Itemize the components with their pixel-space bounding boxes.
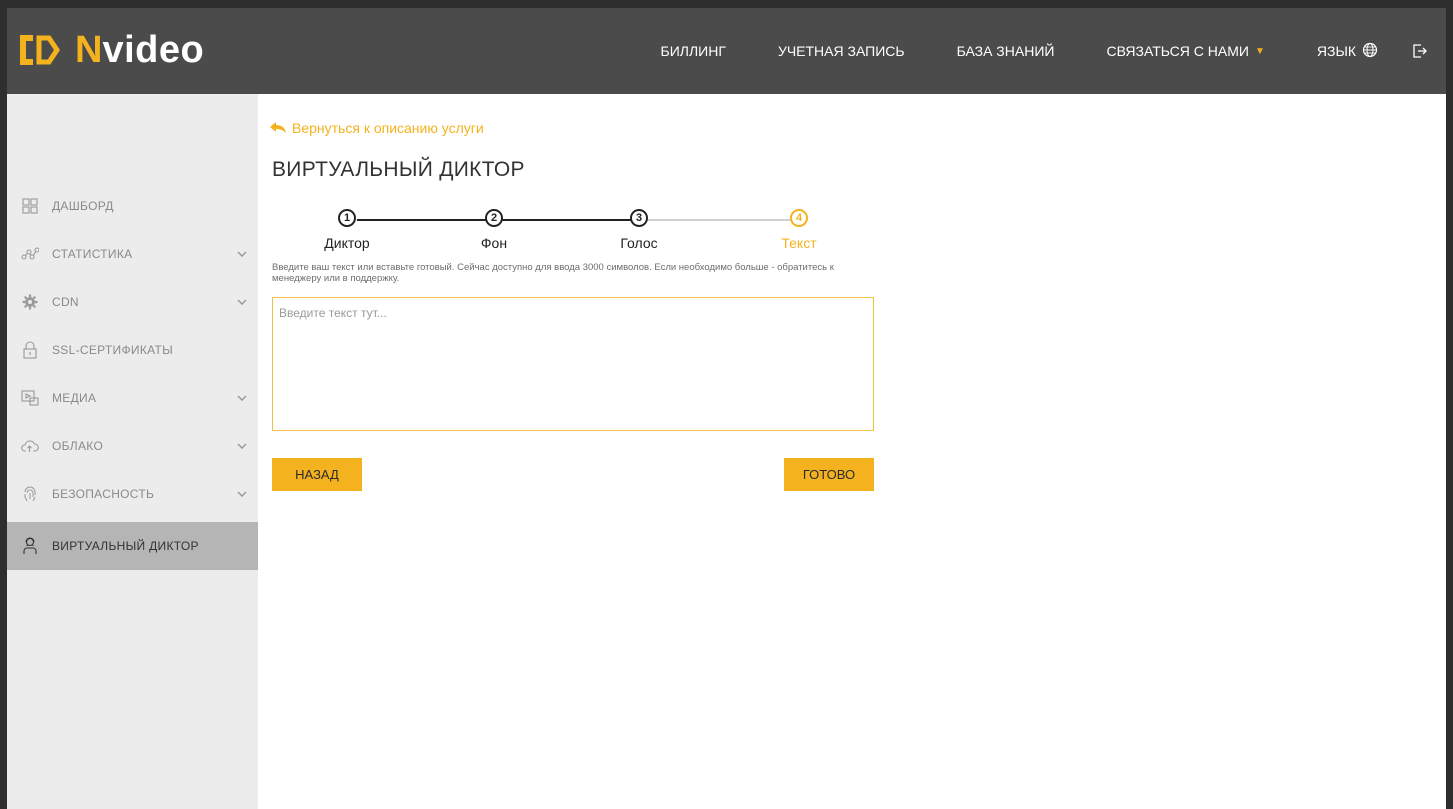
step-circle-1[interactable]: 1 xyxy=(338,209,356,227)
sidebar-item-media[interactable]: МЕДИА xyxy=(7,374,258,422)
sidebar-item-cloud[interactable]: ОБЛАКО xyxy=(7,422,258,470)
nav-account[interactable]: УЧЕТНАЯ ЗАПИСЬ xyxy=(778,43,905,59)
stepper: 1 2 3 4 Диктор Фон Голос Текст xyxy=(272,207,872,257)
sidebar-item-cdn[interactable]: CDN xyxy=(7,278,258,326)
logo-text: video xyxy=(102,29,205,71)
dashboard-icon xyxy=(21,197,39,215)
step-connector-2 xyxy=(502,219,643,221)
page-title: ВИРТУАЛЬНЫЙ ДИКТОР xyxy=(272,158,525,181)
lock-icon xyxy=(21,341,39,359)
sidebar-item-label: ВИРТУАЛЬНЫЙ ДИКТОР xyxy=(52,539,199,553)
announcer-text-input[interactable] xyxy=(272,297,874,431)
nav-contact-us[interactable]: СВЯЗАТЬСЯ С НАМИ ▼ xyxy=(1106,43,1264,59)
chevron-down-icon[interactable] xyxy=(236,296,248,308)
step-circle-4[interactable]: 4 xyxy=(790,209,808,227)
sidebar-item-label: SSL-СЕРТИФИКАТЫ xyxy=(52,343,174,357)
back-arrow-icon xyxy=(270,122,286,134)
cdnvideo-logo[interactable]: N video xyxy=(19,30,204,70)
nav-language-label: ЯЗЫК xyxy=(1316,43,1356,59)
sidebar-item-security[interactable]: БЕЗОПАСНОСТЬ xyxy=(7,470,258,518)
nav-billing[interactable]: БИЛЛИНГ xyxy=(661,43,726,59)
done-button[interactable]: ГОТОВО xyxy=(784,458,874,491)
app-window: N video БИЛЛИНГ УЧЕТНАЯ ЗАПИСЬ БАЗА ЗНАН… xyxy=(7,8,1446,809)
top-nav: БИЛЛИНГ УЧЕТНАЯ ЗАПИСЬ БАЗА ЗНАНИЙ СВЯЗА… xyxy=(609,8,1428,94)
statistics-icon xyxy=(21,245,39,263)
nav-account-label: УЧЕТНАЯ ЗАПИСЬ xyxy=(777,43,905,59)
step-connector-3 xyxy=(647,219,790,221)
nav-knowledge-base-label: БАЗА ЗНАНИЙ xyxy=(956,43,1055,59)
gear-icon xyxy=(21,293,39,311)
main-content: Вернуться к описанию услуги ВИРТУАЛЬНЫЙ … xyxy=(258,94,1446,809)
step-label-2: Фон xyxy=(480,235,508,251)
sidebar-item-ssl[interactable]: SSL-СЕРТИФИКАТЫ xyxy=(7,326,258,374)
step-label-4: Текст xyxy=(781,235,817,251)
speaker-person-icon xyxy=(21,537,39,555)
sidebar: ДАШБОРД СТАТИСТИКА CDN SSL-СЕРТИФИКАТЫ М… xyxy=(7,94,258,809)
sidebar-item-label: СТАТИСТИКА xyxy=(52,247,133,261)
step-circle-2[interactable]: 2 xyxy=(485,209,503,227)
globe-icon xyxy=(1362,42,1378,61)
fingerprint-icon xyxy=(21,485,39,503)
sidebar-item-label: ОБЛАКО xyxy=(52,439,104,453)
back-button[interactable]: НАЗАД xyxy=(272,458,362,491)
step-label-3: Голос xyxy=(620,235,658,251)
sidebar-item-statistics[interactable]: СТАТИСТИКА xyxy=(7,230,258,278)
step-connector-1 xyxy=(357,219,498,221)
nav-contact-us-label: СВЯЗАТЬСЯ С НАМИ xyxy=(1106,43,1249,59)
sidebar-item-virtual-announcer[interactable]: ВИРТУАЛЬНЫЙ ДИКТОР xyxy=(7,522,258,570)
chevron-down-icon[interactable] xyxy=(236,440,248,452)
cloud-icon xyxy=(21,437,39,455)
back-link-label: Вернуться к описанию услуги xyxy=(292,120,484,136)
input-hint: Введите ваш текст или вставьте готовый. … xyxy=(272,262,834,284)
sidebar-item-dashboard[interactable]: ДАШБОРД xyxy=(7,182,258,230)
nav-knowledge-base[interactable]: БАЗА ЗНАНИЙ xyxy=(957,43,1055,59)
logout-icon[interactable] xyxy=(1412,43,1428,59)
chevron-down-icon[interactable] xyxy=(236,488,248,500)
media-icon xyxy=(21,389,39,407)
step-circle-3[interactable]: 3 xyxy=(630,209,648,227)
sidebar-item-label: БЕЗОПАСНОСТЬ xyxy=(52,487,155,501)
caret-down-icon: ▼ xyxy=(1254,45,1265,57)
logo-n: N xyxy=(75,29,103,71)
nav-billing-label: БИЛЛИНГ xyxy=(660,43,726,59)
logo-mark-icon xyxy=(19,35,75,65)
chevron-down-icon[interactable] xyxy=(236,248,248,260)
nav-language[interactable]: ЯЗЫК xyxy=(1317,42,1378,61)
top-header: N video БИЛЛИНГ УЧЕТНАЯ ЗАПИСЬ БАЗА ЗНАН… xyxy=(7,8,1446,94)
step-label-1: Диктор xyxy=(324,235,370,251)
chevron-down-icon[interactable] xyxy=(236,392,248,404)
sidebar-item-label: CDN xyxy=(52,295,79,309)
sidebar-item-label: ДАШБОРД xyxy=(52,199,114,213)
back-to-description-link[interactable]: Вернуться к описанию услуги xyxy=(270,120,484,136)
sidebar-item-label: МЕДИА xyxy=(52,391,97,405)
